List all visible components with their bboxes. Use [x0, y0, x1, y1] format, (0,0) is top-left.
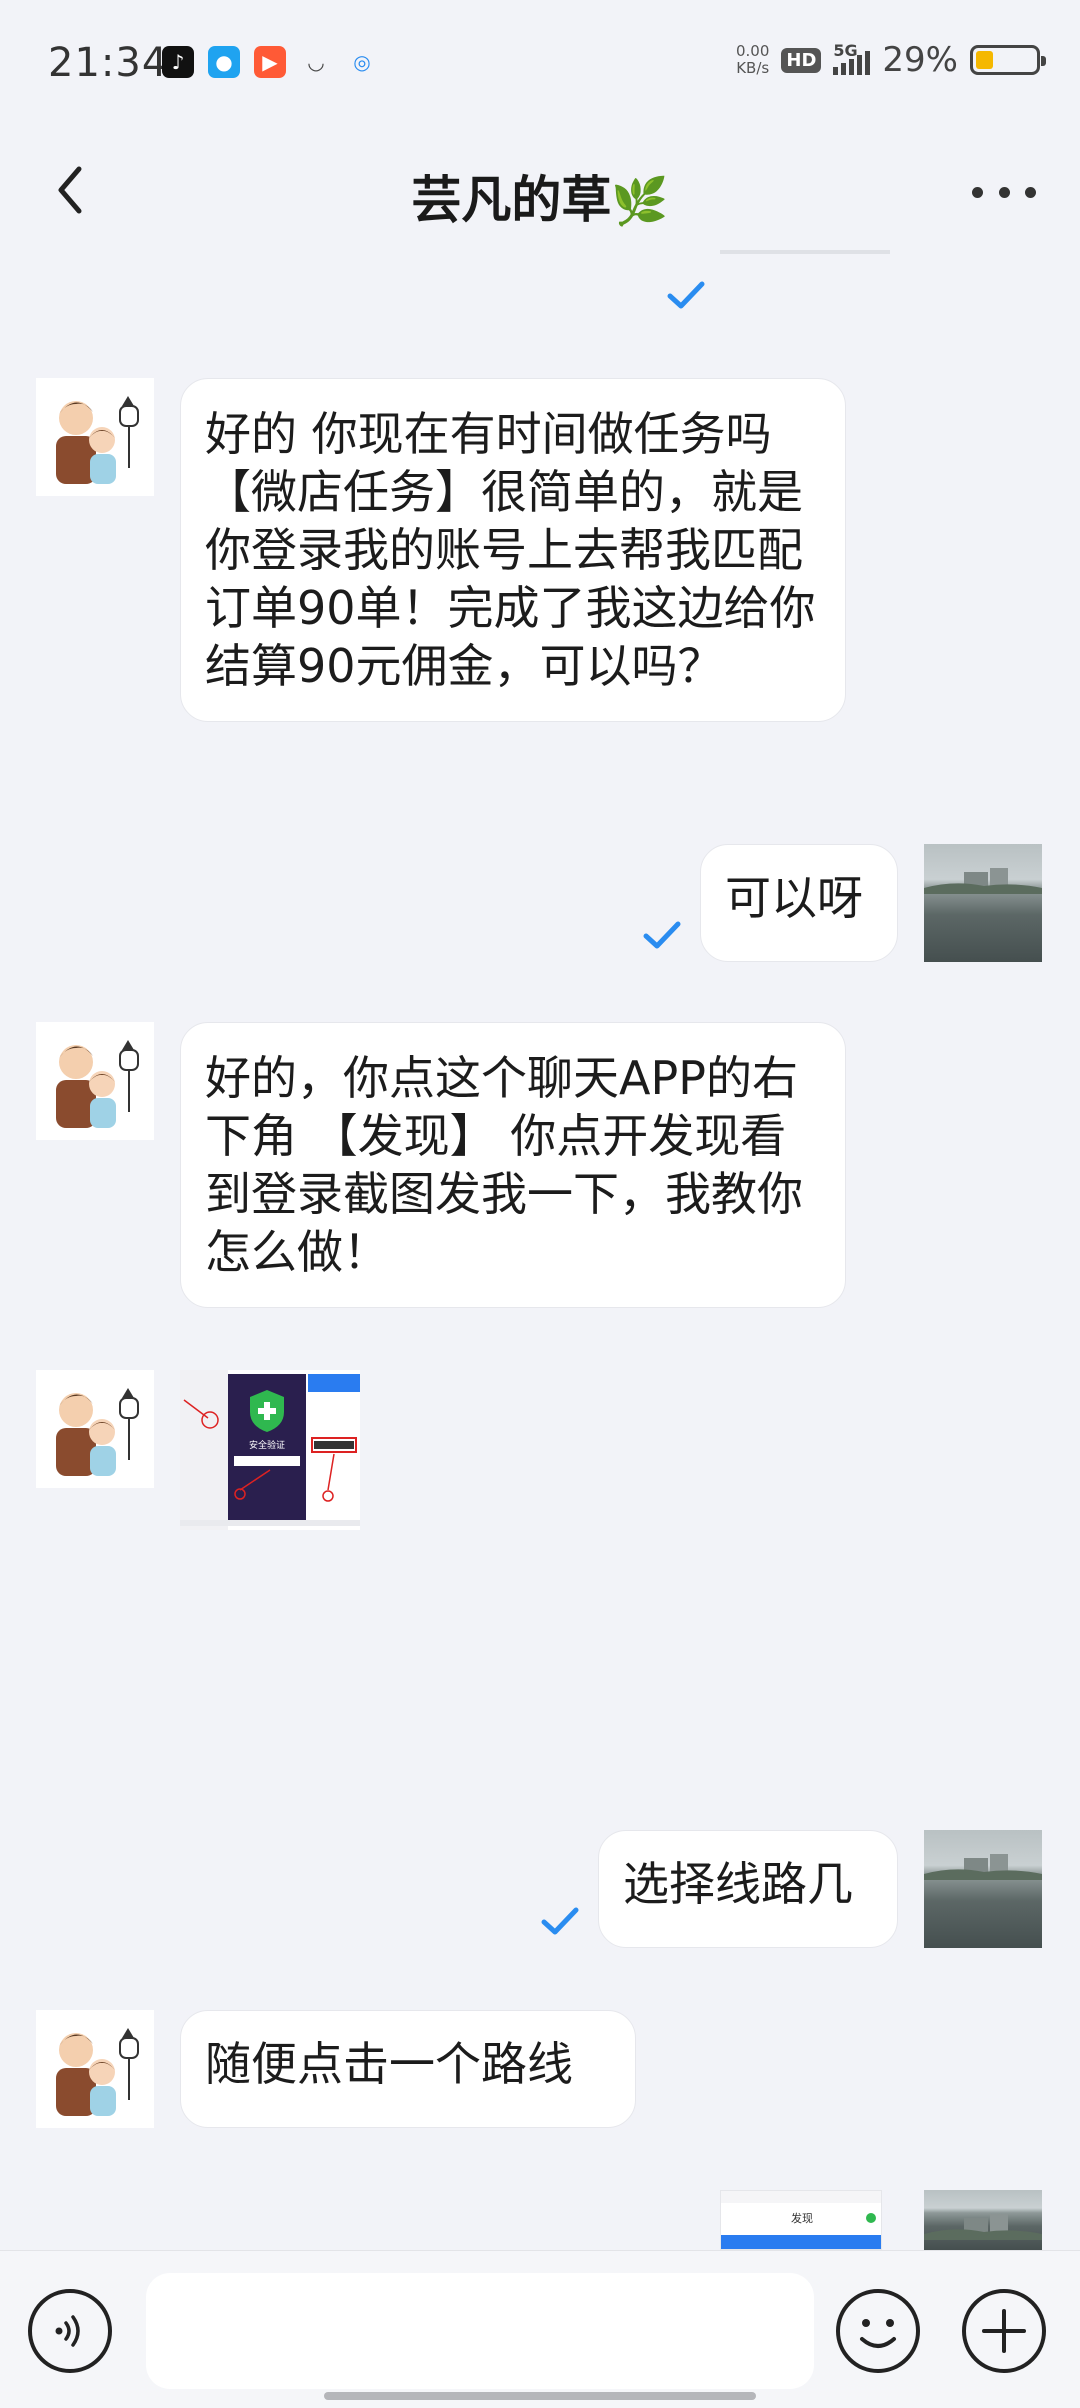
chat-screen: 21:34 ♪ ● ▶ ◡ ◎ 0.00 KB/s HD 5G 29% 芸凡的草… — [0, 0, 1080, 2408]
status-right: 0.00 KB/s HD 5G 29% — [736, 40, 1046, 80]
app-screenshot-thumbnail: 发现 — [721, 2191, 881, 2249]
signal-icon: 5G — [833, 41, 871, 75]
chat-header: 芸凡的草🌿 — [0, 140, 1080, 240]
emoji-button[interactable] — [836, 2289, 920, 2373]
status-bar: 21:34 ♪ ● ▶ ◡ ◎ 0.00 KB/s HD 5G 29% — [0, 0, 1080, 120]
voice-input-button[interactable] — [28, 2289, 112, 2373]
add-attachment-button[interactable] — [962, 2289, 1046, 2373]
status-time: 21:34 — [48, 40, 169, 86]
thumbnail-caption: 发现 — [791, 2211, 813, 2225]
chat-title-text: 芸凡的草 — [411, 171, 612, 229]
qq-icon: ● — [208, 46, 240, 78]
received-image-message[interactable]: 安全验证 — [180, 1370, 360, 1530]
herb-emoji: 🌿 — [611, 174, 669, 228]
network-type: 5G — [833, 41, 858, 60]
message-text: 选择线路几 — [623, 1857, 853, 1911]
more-dot-icon — [972, 186, 983, 198]
smiley-icon — [860, 2319, 896, 2348]
net-speed: 0.00 KB/s — [736, 43, 769, 77]
user-avatar[interactable] — [924, 844, 1042, 962]
status-app-icons: ♪ ● ▶ ◡ ◎ — [162, 46, 378, 78]
cartoon-family-avatar-icon — [36, 2010, 154, 2128]
read-check-icon — [643, 921, 681, 949]
read-check-icon — [541, 1907, 579, 1935]
sent-image-message[interactable]: 发现 — [720, 2190, 882, 2250]
message-input[interactable] — [146, 2273, 814, 2389]
message-text: 好的 你现在有时间做任务吗【微店任务】很简单的，就是你登录我的账号上去帮我匹配订… — [205, 407, 816, 693]
lake-photo-avatar-icon — [924, 868, 1042, 894]
contact-avatar[interactable] — [36, 1022, 154, 1140]
received-message-bubble[interactable]: 随便点击一个路线 — [180, 2010, 636, 2128]
net-speed-value: 0.00 — [736, 42, 770, 60]
contact-avatar[interactable] — [36, 378, 154, 496]
sent-message-bubble[interactable]: 选择线路几 — [598, 1830, 898, 1948]
received-message-bubble[interactable]: 好的，你点这个聊天APP的右下角 【发现】 你点开发现看到登录截图发我一下，我教… — [180, 1022, 846, 1308]
contact-avatar[interactable] — [36, 1370, 154, 1488]
received-message-bubble[interactable]: 好的 你现在有时间做任务吗【微店任务】很简单的，就是你登录我的账号上去帮我匹配订… — [180, 378, 846, 722]
message-list[interactable]: 好的 你现在有时间做任务吗【微店任务】很简单的，就是你登录我的账号上去帮我匹配订… — [0, 250, 1080, 2250]
cartoon-family-avatar-icon — [36, 1022, 154, 1140]
plus-icon — [982, 2309, 1026, 2353]
cartoon-family-avatar-icon — [36, 378, 154, 496]
cup-icon: ◡ — [307, 50, 325, 74]
chat-title: 芸凡的草🌿 — [0, 160, 1080, 232]
home-indicator[interactable] — [324, 2392, 756, 2400]
net-speed-unit: KB/s — [736, 59, 770, 77]
more-dot-icon — [1025, 186, 1036, 198]
contact-avatar[interactable] — [36, 2010, 154, 2128]
screenshot-collage-thumbnail: 安全验证 — [180, 1370, 360, 1530]
message-text: 可以呀 — [725, 871, 863, 925]
battery-icon — [970, 45, 1046, 75]
kuaishou-icon: ▶ — [254, 46, 286, 78]
input-bar — [0, 2250, 1080, 2408]
previous-message-fragment — [720, 250, 890, 254]
more-dot-icon — [998, 186, 1010, 198]
user-avatar[interactable] — [924, 2190, 1042, 2250]
browser-icon: ◎ — [353, 50, 371, 74]
more-options-button[interactable] — [964, 172, 1044, 212]
hd-badge: HD — [781, 47, 822, 73]
lake-photo-avatar-icon — [924, 2214, 1042, 2240]
sent-message-bubble[interactable]: 可以呀 — [700, 844, 898, 962]
message-text: 随便点击一个路线 — [205, 2037, 573, 2091]
read-check-icon — [667, 281, 705, 309]
voice-icon — [55, 2315, 80, 2347]
message-text: 好的，你点这个聊天APP的右下角 【发现】 你点开发现看到登录截图发我一下，我教… — [205, 1051, 803, 1279]
cartoon-family-avatar-icon — [36, 1370, 154, 1488]
battery-fill — [976, 51, 993, 69]
shield-caption: 安全验证 — [249, 1439, 285, 1451]
lake-photo-avatar-icon — [924, 1854, 1042, 1880]
douyin-icon: ♪ — [162, 46, 194, 78]
user-avatar[interactable] — [924, 1830, 1042, 1948]
battery-percent: 29% — [882, 40, 958, 80]
